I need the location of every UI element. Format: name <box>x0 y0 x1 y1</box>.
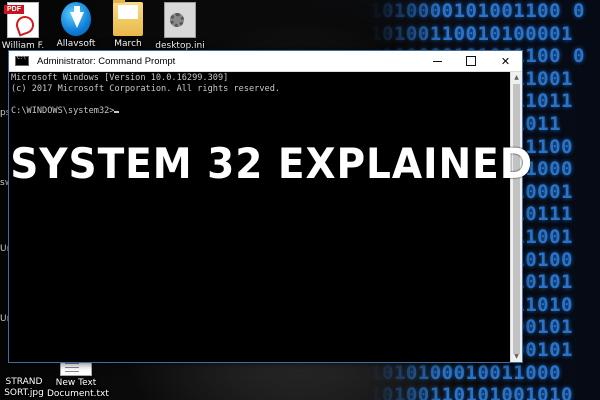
binary-row: 1010100010011000 <box>370 361 562 384</box>
command-prompt-window[interactable]: Administrator: Command Prompt ✕ Microsof… <box>8 50 523 363</box>
desktop-icon-label: New Text <box>55 378 97 388</box>
desktop-icon-label: March <box>114 39 142 49</box>
desktop-icon-label: STRAND <box>5 377 43 387</box>
desktop-icon-desktop-ini[interactable]: desktop.ini <box>151 2 209 52</box>
window-titlebar[interactable]: Administrator: Command Prompt ✕ <box>9 51 522 72</box>
allavsoft-app-icon <box>61 2 91 36</box>
desktop-icon-label-line2: SORT.jpg <box>4 388 44 398</box>
maximize-icon <box>465 56 476 66</box>
settings-file-icon <box>164 2 196 38</box>
scrollbar-thumb[interactable] <box>513 84 520 354</box>
folder-icon <box>113 0 143 36</box>
command-prompt-icon <box>15 55 29 66</box>
vertical-scrollbar[interactable]: ▲ ▼ <box>510 72 522 362</box>
console-output[interactable]: Microsoft Windows [Version 10.0.16299.30… <box>9 72 511 362</box>
scroll-up-arrow-icon[interactable]: ▲ <box>511 72 522 83</box>
desktop-icon-william-pdf[interactable]: PDF William F. <box>0 2 52 52</box>
maximize-button[interactable] <box>454 51 487 71</box>
headline-overlay-title: SYSTEM 32 EXPLAINED <box>10 139 534 188</box>
binary-row: 10100110010100001 <box>370 22 573 45</box>
desktop-icon-label-line2: Document.txt <box>47 389 109 399</box>
console-line: Microsoft Windows [Version 10.0.16299.30… <box>11 73 229 83</box>
minimize-button[interactable] <box>421 51 454 71</box>
minimize-icon <box>433 60 442 62</box>
scroll-down-arrow-icon[interactable]: ▼ <box>511 351 522 362</box>
pdf-file-icon: PDF <box>4 2 39 38</box>
console-prompt: C:\WINDOWS\system32> <box>11 106 115 116</box>
text-cursor <box>114 111 120 113</box>
close-icon: ✕ <box>500 54 511 68</box>
binary-row: 1010000101001100 0 <box>370 0 585 22</box>
desktop-icon-march-folder[interactable]: March <box>99 0 157 50</box>
desktop-icon-strand-sort[interactable]: STRAND SORT.jpg <box>0 366 53 399</box>
desktop-icon-label: Allavsoft <box>56 39 96 49</box>
desktop-icon-allavsoft[interactable]: Allavsoft <box>47 2 105 50</box>
close-button[interactable]: ✕ <box>489 51 522 71</box>
binary-row: 10100110101001010 <box>370 384 573 400</box>
console-line: (c) 2017 Microsoft Corporation. All righ… <box>11 84 281 94</box>
window-title: Administrator: Command Prompt <box>37 55 176 67</box>
